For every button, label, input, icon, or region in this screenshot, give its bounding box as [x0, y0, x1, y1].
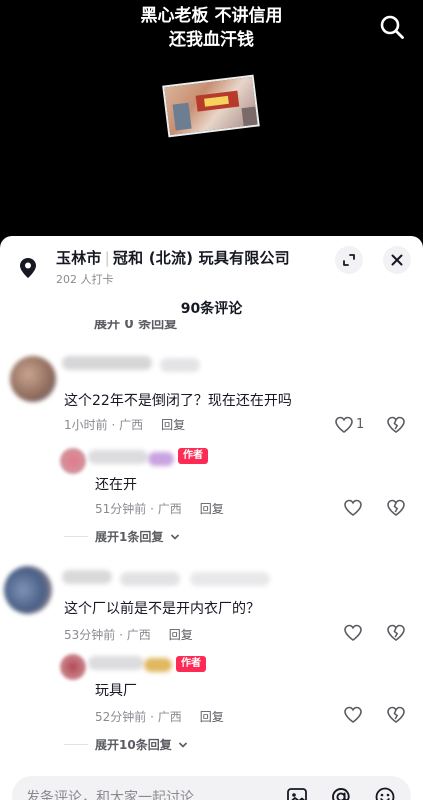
chevron-down-icon: [178, 742, 187, 748]
reply-meta: 52分钟前 · 广西 回复: [95, 708, 224, 725]
caption-line-1: 黑心老板 不讲信用: [140, 6, 283, 26]
location-city: 玉林市: [56, 249, 102, 267]
emoji-icon[interactable]: [374, 786, 396, 800]
reply-button[interactable]: 回复: [200, 502, 224, 516]
comments-count-title: 90条评论: [180, 301, 243, 317]
close-button[interactable]: [383, 246, 411, 274]
comment-text: 这个22年不是倒闭了？现在还在开吗: [64, 393, 292, 409]
expand-icon: [343, 254, 355, 266]
scrolled-expand-link[interactable]: 展开 0 条回复: [94, 320, 177, 332]
comment-text: 这个厂以前是不是开内衣厂的？: [64, 601, 260, 617]
title-divider: |: [104, 249, 110, 267]
heart-icon[interactable]: [343, 705, 363, 725]
comment-time-location: 53分钟前 · 广西: [64, 628, 151, 642]
username-blurred[interactable]: [62, 570, 112, 584]
expand-button[interactable]: [335, 246, 363, 274]
reply-button[interactable]: 回复: [200, 710, 224, 724]
username-blurred[interactable]: [62, 356, 152, 370]
comment-sheet: 玉林市 | 冠和 (北流) 玩具有限公司 202 人打卡 90条评论 展开 0 条回…: [0, 236, 423, 800]
like-count: 1: [356, 417, 365, 432]
username-blurred-2: [160, 358, 200, 372]
reply-avatar[interactable]: [60, 654, 86, 680]
video-caption: 黑心老板 不讲信用 还我血汗钱: [0, 4, 423, 52]
caption-line-2: 还我血汗钱: [169, 30, 254, 50]
chevron-down-icon: [170, 534, 179, 540]
comment-item: 这个厂以前是不是开内衣厂的？ 53分钟前 · 广西 回复 作者 玩具厂 52分钟前…: [0, 560, 423, 760]
expand-replies-link[interactable]: 展开1条回复: [95, 528, 180, 545]
author-badge: 作者: [178, 448, 208, 464]
avatar[interactable]: [4, 566, 52, 614]
heart-icon[interactable]: [334, 415, 354, 435]
checkin-count: 202 人打卡: [56, 273, 114, 286]
dislike-icon[interactable]: [386, 415, 406, 435]
username-blurred-2: [120, 572, 180, 586]
reply-username-blurred[interactable]: [88, 656, 144, 670]
thumb-door: [241, 106, 258, 127]
reply-time-location: 51分钟前 · 广西: [95, 502, 182, 516]
reply-button[interactable]: 回复: [169, 628, 193, 642]
dislike-icon[interactable]: [386, 705, 406, 725]
dislike-icon[interactable]: [386, 498, 406, 518]
close-icon: [391, 254, 403, 266]
reply-username-tag: [148, 452, 174, 466]
location-title[interactable]: 玉林市 | 冠和 (北流) 玩具有限公司: [56, 247, 290, 268]
comment-input-bar[interactable]: 发条评论，和大家一起讨论: [12, 776, 411, 800]
comment-item: 这个22年不是倒闭了？现在还在开吗 1小时前 · 广西 回复 1 作者 还在开 5…: [0, 348, 423, 548]
video-thumbnail: [162, 74, 260, 138]
search-icon[interactable]: [379, 14, 405, 40]
thumb-window: [172, 102, 192, 131]
comment-time-location: 1小时前 · 广西: [64, 418, 144, 432]
avatar[interactable]: [10, 356, 56, 402]
username-blurred-3: [190, 572, 270, 586]
heart-icon[interactable]: [343, 623, 363, 643]
location-name: 冠和 (北流) 玩具有限公司: [112, 249, 290, 267]
at-mention-icon[interactable]: [330, 786, 352, 800]
comment-input[interactable]: 发条评论，和大家一起讨论: [26, 787, 194, 800]
reply-username-blurred[interactable]: [88, 450, 148, 464]
image-icon[interactable]: [286, 786, 308, 800]
reply-meta: 51分钟前 · 广西 回复: [95, 500, 224, 517]
reply-text: 还在开: [95, 477, 137, 493]
video-area[interactable]: 黑心老板 不讲信用 还我血汗钱: [0, 0, 423, 240]
expand-replies-link[interactable]: 展开10条回复: [95, 736, 188, 753]
reply-time-location: 52分钟前 · 广西: [95, 710, 182, 724]
reply-username-tag: [144, 658, 172, 672]
reply-text: 玩具厂: [95, 683, 137, 699]
comment-meta: 1小时前 · 广西 回复: [64, 416, 185, 433]
reply-button[interactable]: 回复: [161, 418, 185, 432]
location-pin-icon: [20, 258, 36, 278]
heart-icon[interactable]: [343, 498, 363, 518]
expand-divider: [64, 536, 88, 537]
dislike-icon[interactable]: [386, 623, 406, 643]
comment-meta: 53分钟前 · 广西 回复: [64, 626, 193, 643]
expand-divider: [64, 744, 88, 745]
author-badge: 作者: [176, 656, 206, 672]
reply-avatar[interactable]: [60, 448, 86, 474]
location-header[interactable]: 玉林市 | 冠和 (北流) 玩具有限公司 202 人打卡: [0, 236, 423, 294]
